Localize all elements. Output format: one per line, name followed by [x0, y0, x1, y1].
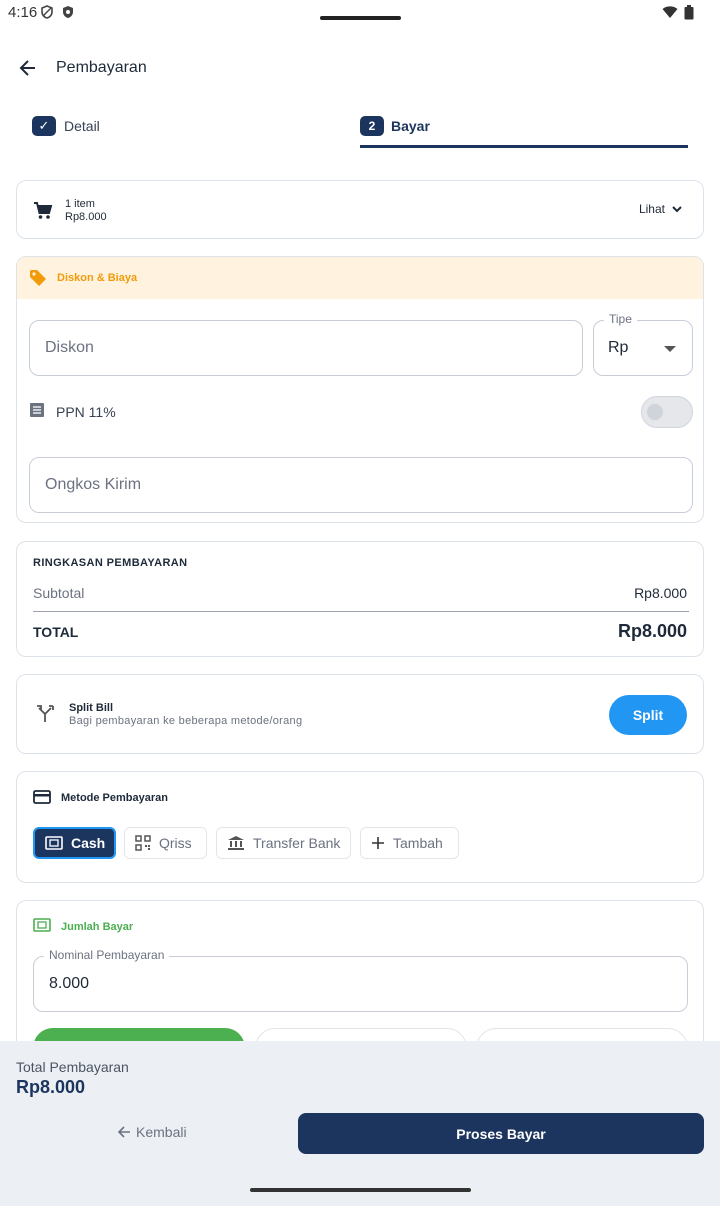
- step-number-badge: 2: [360, 116, 384, 136]
- ppn-toggle[interactable]: [641, 396, 693, 428]
- subtotal-value: Rp8.000: [634, 585, 687, 601]
- wifi-icon: [662, 5, 678, 24]
- total-label: TOTAL: [33, 624, 79, 640]
- view-items-label: Lihat: [638, 202, 665, 216]
- diskon-input[interactable]: Diskon: [29, 320, 583, 376]
- footer-total-label: Total Pembayaran: [16, 1059, 129, 1075]
- plus-icon: [372, 837, 384, 849]
- method-add-chip[interactable]: Tambah: [360, 827, 459, 859]
- method-transfer-bank-label: Transfer Bank: [253, 835, 341, 851]
- app-bar: Pembayaran: [0, 44, 720, 92]
- discount-title: Diskon & Biaya: [57, 272, 138, 284]
- battery-icon: [684, 5, 694, 25]
- shield-filled-icon: [61, 5, 75, 24]
- cart-price: Rp8.000: [65, 211, 107, 223]
- method-transfer-bank-chip[interactable]: Transfer Bank: [216, 827, 351, 859]
- step-bayar-label: Bayar: [391, 118, 430, 134]
- receipt-icon: [29, 402, 45, 423]
- bottom-action-bar: Total Pembayaran Rp8.000 Kembali Proses …: [0, 1041, 720, 1206]
- active-step-indicator: [360, 145, 688, 148]
- discount-type-label: Tipe: [604, 312, 637, 326]
- cart-item-count: 1 item: [65, 198, 95, 210]
- tag-icon: [29, 269, 47, 292]
- split-bill-card: Split Bill Bagi pembayaran ke beberapa m…: [16, 674, 704, 754]
- check-icon: ✓: [32, 116, 56, 136]
- ongkos-kirim-input[interactable]: Ongkos Kirim: [29, 457, 693, 513]
- home-indicator: [250, 1188, 471, 1192]
- nominal-input[interactable]: Nominal Pembayaran 8.000: [33, 948, 688, 1012]
- ppn-row: PPN 11%: [29, 396, 693, 428]
- status-time: 4:16: [8, 4, 38, 21]
- kembali-label: Kembali: [136, 1124, 187, 1140]
- status-bar: 4:16: [0, 0, 720, 28]
- summary-divider: [33, 611, 689, 612]
- camera-notch: [320, 16, 401, 20]
- payment-method-card: Metode Pembayaran Cash Qriss Transfer Ba…: [16, 771, 704, 883]
- split-button[interactable]: Split: [609, 695, 687, 735]
- credit-card-icon: [33, 789, 51, 810]
- toggle-knob: [647, 404, 663, 420]
- split-bill-title: Split Bill: [69, 702, 113, 714]
- subtotal-label: Subtotal: [33, 585, 85, 601]
- ongkos-kirim-placeholder: Ongkos Kirim: [45, 476, 142, 493]
- arrow-left-icon: [117, 1126, 130, 1138]
- arrow-left-icon: [19, 60, 35, 76]
- cart-summary-card: 1 item Rp8.000 Lihat: [16, 180, 704, 239]
- payment-summary-card: RINGKASAN PEMBAYARAN Subtotal Rp8.000 TO…: [16, 541, 704, 657]
- dropdown-caret-icon: [664, 346, 676, 352]
- diskon-placeholder: Diskon: [45, 339, 94, 356]
- nominal-value: 8.000: [49, 975, 90, 992]
- bank-icon: [228, 836, 244, 850]
- view-items-button[interactable]: Lihat: [639, 202, 683, 216]
- step-bayar[interactable]: 2 Bayar: [360, 116, 430, 136]
- summary-title: RINGKASAN PEMBAYARAN: [33, 557, 188, 569]
- discount-header: Diskon & Biaya: [17, 257, 703, 299]
- step-detail-label: Detail: [64, 118, 100, 134]
- proses-bayar-button[interactable]: Proses Bayar: [298, 1113, 704, 1154]
- back-button[interactable]: [14, 54, 42, 82]
- page-title: Pembayaran: [56, 59, 147, 76]
- method-cash-chip[interactable]: Cash: [33, 827, 116, 859]
- step-detail[interactable]: ✓ Detail: [32, 116, 100, 136]
- split-bill-description: Bagi pembayaran ke beberapa metode/orang: [69, 715, 303, 727]
- qr-code-icon: [135, 835, 151, 851]
- payment-method-title: Metode Pembayaran: [61, 792, 168, 804]
- total-value: Rp8.000: [617, 621, 687, 641]
- stepper: ✓ Detail 2 Bayar: [0, 110, 720, 150]
- ppn-label: PPN 11%: [56, 404, 116, 420]
- cart-icon: [33, 201, 53, 226]
- chevron-down-icon: [672, 206, 682, 213]
- cash-icon: [45, 836, 63, 850]
- discount-card: Diskon & Biaya Diskon Tipe Rp PPN 11% On…: [16, 256, 704, 523]
- cash-green-icon: [33, 918, 51, 937]
- discount-type-select[interactable]: Tipe Rp: [593, 312, 693, 376]
- payment-amount-title: Jumlah Bayar: [61, 921, 134, 933]
- method-add-label: Tambah: [393, 835, 443, 851]
- shield-outline-icon: [40, 5, 54, 24]
- method-qriss-label: Qriss: [159, 835, 192, 851]
- discount-type-value: Rp: [608, 339, 629, 356]
- footer-total-value: Rp8.000: [16, 1077, 86, 1097]
- payment-amount-card: Jumlah Bayar Nominal Pembayaran 8.000: [16, 900, 704, 1050]
- split-arrows-icon: [35, 703, 55, 728]
- nominal-label: Nominal Pembayaran: [44, 948, 170, 962]
- kembali-button[interactable]: Kembali: [117, 1124, 187, 1140]
- method-cash-label: Cash: [71, 835, 106, 851]
- method-qriss-chip[interactable]: Qriss: [124, 827, 207, 859]
